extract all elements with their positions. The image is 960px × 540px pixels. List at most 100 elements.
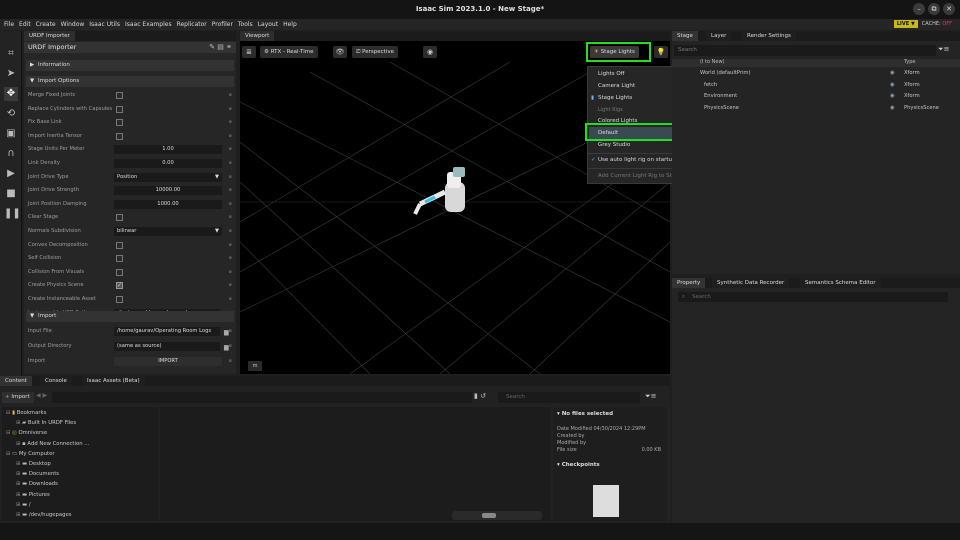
tab-urdf-importer[interactable]: URDF Importer <box>24 31 75 41</box>
pause-icon[interactable]: ❚❚ <box>4 207 21 221</box>
menu-replicator[interactable]: Replicator <box>177 21 207 28</box>
stage-row[interactable]: Environment ◉ Xform <box>672 91 960 102</box>
menu-item-lights-off[interactable]: Lights Off <box>598 68 624 80</box>
number-field[interactable]: 1000.00 <box>114 199 222 209</box>
magnet-icon[interactable]: ∩ <box>4 147 18 161</box>
robot-model[interactable] <box>413 167 465 215</box>
tree-item-add-new-connection[interactable]: ⊞ ▪ Add New Connection ... <box>16 441 89 447</box>
stage-search-input[interactable]: Search <box>674 45 936 56</box>
bookmark-icon[interactable]: ▮ ↺ <box>474 392 486 400</box>
expand-toggle-icon[interactable]: ⊟ <box>6 410 10 416</box>
menu-window[interactable]: Window <box>61 21 85 28</box>
tree-item-downloads[interactable]: ⊞ ▬ Downloads <box>16 481 58 487</box>
light-bulb-icon[interactable]: 💡 <box>654 46 668 58</box>
dropdown[interactable]: bilinear ▼ <box>114 227 222 236</box>
expand-toggle-icon[interactable]: ⊞ <box>16 461 20 467</box>
maximize-button[interactable]: ⧉ <box>928 3 940 15</box>
checkbox[interactable] <box>116 214 123 222</box>
nav-back-icon[interactable]: ◀ ▶ <box>36 392 50 403</box>
path-input[interactable] <box>52 392 472 403</box>
visibility-eye-icon[interactable]: ◉ <box>890 80 895 91</box>
render-mode-button[interactable]: ⚙ RTX - Real-Time <box>260 46 318 58</box>
expand-toggle-icon[interactable]: ⊞ <box>16 502 20 508</box>
stage-row[interactable]: PhysicsScene ◉ PhysicsScene <box>672 103 960 114</box>
panel-tools-icons[interactable]: ✎ ▤ ⚭ <box>209 42 232 53</box>
minimize-button[interactable]: – <box>913 3 925 15</box>
viewport-settings-icon[interactable]: ≣ <box>242 46 256 58</box>
checkbox[interactable] <box>116 92 123 99</box>
path-field[interactable]: (same as source) <box>114 342 220 351</box>
tree-item-bookmarks[interactable]: ⊟ ▮ Bookmarks <box>6 410 46 416</box>
expand-toggle-icon[interactable]: ⊟ <box>6 430 10 436</box>
dropdown[interactable]: Position ▼ <box>114 172 222 182</box>
live-button[interactable]: LIVE ▼ <box>893 20 918 28</box>
tree-item-dev-hugepages[interactable]: ⊞ ▬ /dev/hugepages <box>16 512 72 518</box>
menu-isaac-examples[interactable]: Isaac Examples <box>125 21 172 28</box>
expand-toggle-icon[interactable]: ⊟ <box>6 451 10 457</box>
expand-toggle-icon[interactable]: ⊞ <box>16 492 20 498</box>
zoom-slider-thumb[interactable] <box>482 513 496 518</box>
play-icon[interactable]: ▶ <box>4 167 18 181</box>
content-search-input[interactable]: Search <box>498 392 640 403</box>
visibility-icon[interactable]: 👁 <box>333 46 347 58</box>
camera-button[interactable]: ⎚ Perspective <box>352 46 399 58</box>
property-search-input[interactable]: ⌕ Search <box>678 292 948 302</box>
audio-icon[interactable]: ◉ <box>423 46 437 58</box>
move-icon[interactable]: ✥ <box>4 87 18 101</box>
expand-toggle-icon[interactable]: ⊞ <box>16 420 20 426</box>
visibility-eye-icon[interactable]: ◉ <box>890 103 895 114</box>
zoom-slider[interactable] <box>452 511 542 520</box>
expand-toggle-icon[interactable]: ⊞ <box>16 481 20 487</box>
tab-semantics-schema-editor[interactable]: Semantics Schema Editor <box>800 278 881 288</box>
stage-row[interactable]: World (defaultPrim) ◉ Xform <box>672 68 960 79</box>
select-icon[interactable]: ➤ <box>4 67 18 81</box>
tree-item-omniverse[interactable]: ⊟ ◎ Omniverse <box>6 430 47 436</box>
number-field[interactable]: 10000.00 <box>114 186 222 196</box>
expand-toggle-icon[interactable]: ⊞ <box>16 441 20 447</box>
tree-item-my-computer[interactable]: ⊟ ▭ My Computer <box>6 451 55 457</box>
section-information[interactable]: ▶ Information <box>26 60 234 71</box>
scale-icon[interactable]: ▣ <box>4 127 18 141</box>
tab-synthetic-data-recorder[interactable]: Synthetic Data Recorder <box>712 278 790 288</box>
menu-item-camera-light[interactable]: Camera Light <box>598 80 635 92</box>
section-import[interactable]: ▼ Import <box>26 311 234 322</box>
section-import-options[interactable]: ▼ Import Options <box>26 76 234 87</box>
tab-viewport[interactable]: Viewport <box>240 31 275 41</box>
number-field[interactable]: 0.00 <box>114 159 222 168</box>
tab-layer[interactable]: Layer <box>706 31 732 41</box>
tab-console[interactable]: Console <box>40 376 72 386</box>
menu-item-add-light-rig[interactable]: Add Current Light Rig to Stage + <box>598 170 697 182</box>
checkbox[interactable] <box>116 132 123 140</box>
checkbox[interactable] <box>116 255 123 263</box>
rotate-icon[interactable]: ⟲ <box>4 107 18 121</box>
menu-item-stage-lights[interactable]: ▮ Stage Lights <box>591 92 632 104</box>
tree-item-pictures[interactable]: ⊞ ▬ Pictures <box>16 492 50 498</box>
cache-status[interactable]: CACHE: OFF <box>922 21 952 27</box>
tree-item-built-in-urdf-files[interactable]: ⊞ ▰ Built In URDF Files <box>16 420 76 426</box>
menu-isaac-utils[interactable]: Isaac Utils <box>89 21 120 28</box>
filter-icon[interactable]: ⏷≡ <box>938 45 949 54</box>
menu-layout[interactable]: Layout <box>258 21 278 28</box>
content-filter-icon[interactable]: ⏷≡ <box>645 392 656 401</box>
stage-row[interactable]: fetch ◉ Xform <box>672 80 960 91</box>
import-button[interactable]: IMPORT <box>114 357 222 366</box>
checkbox[interactable] <box>116 280 123 291</box>
number-field[interactable]: 1.00 <box>114 145 222 155</box>
expand-toggle-icon[interactable]: ⊞ <box>16 512 20 518</box>
tree-item-documents[interactable]: ⊞ ▬ Documents <box>16 471 59 477</box>
tab-stage[interactable]: Stage <box>672 31 698 41</box>
menu-item-auto-light-rig[interactable]: ✓ Use auto light rig on startup <box>591 154 676 166</box>
checkpoints-header[interactable]: ▾ Checkpoints <box>557 462 600 468</box>
snap-icon[interactable]: ⌗ <box>4 47 18 61</box>
tab-render-settings[interactable]: Render Settings <box>742 31 796 41</box>
visibility-eye-icon[interactable]: ◉ <box>890 68 895 79</box>
menu-edit[interactable]: Edit <box>19 21 31 28</box>
close-button[interactable]: ✕ <box>943 3 955 15</box>
tab-content[interactable]: Content <box>0 376 32 386</box>
visibility-eye-icon[interactable]: ◉ <box>890 91 895 102</box>
menu-profiler[interactable]: Profiler <box>212 21 233 28</box>
tree-item-[interactable]: ⊞ ▬ / <box>16 502 31 508</box>
checkbox[interactable] <box>116 105 123 113</box>
menu-tools[interactable]: Tools <box>238 21 253 28</box>
tab-property[interactable]: Property <box>672 278 706 288</box>
